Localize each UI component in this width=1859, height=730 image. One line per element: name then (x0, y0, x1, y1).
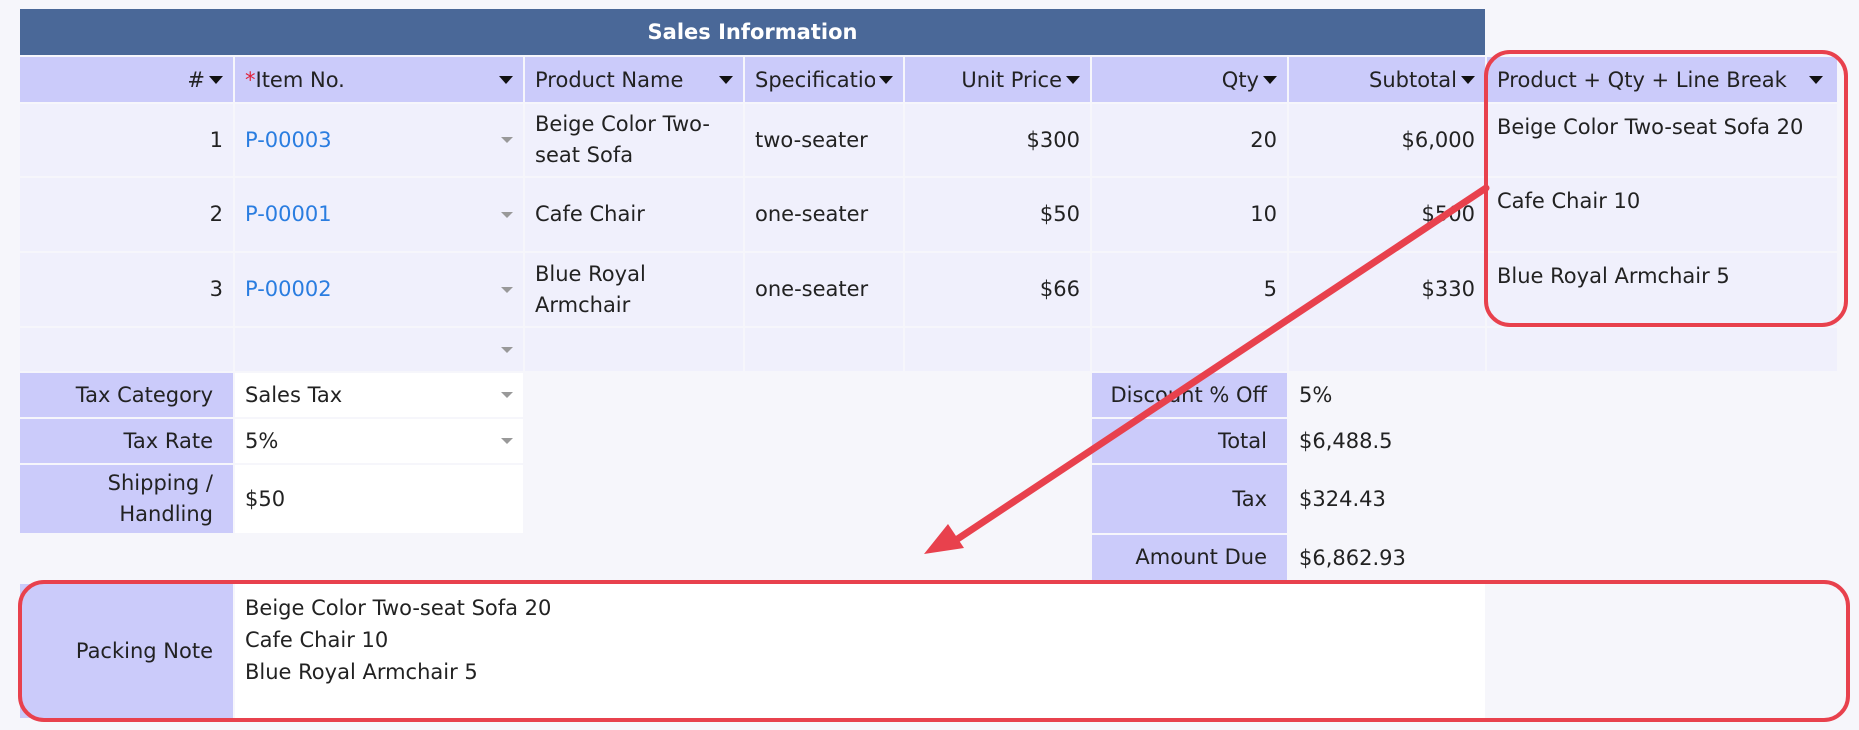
column-label: Subtotal (1369, 67, 1457, 92)
shipping-handling-value: $50 (245, 487, 286, 511)
item-no-link[interactable]: P-00003 (245, 125, 332, 156)
column-label: Item No. (255, 67, 345, 92)
column-header-product-qty-line-break[interactable]: Product + Qty + Line Break (1487, 57, 1837, 102)
sort-caret-icon[interactable] (1809, 75, 1823, 84)
specification-cell: two-seater (745, 104, 903, 176)
column-header-item-no[interactable]: *Item No. (235, 57, 523, 102)
qty-cell[interactable]: 5 (1092, 253, 1287, 326)
empty-cell[interactable] (1289, 328, 1485, 371)
required-marker: * (245, 67, 256, 92)
unit-price-cell: $50 (905, 178, 1090, 251)
empty-cell[interactable] (525, 328, 743, 371)
dropdown-arrow-icon[interactable] (501, 137, 513, 143)
empty-cell[interactable] (905, 328, 1090, 371)
sort-caret-icon[interactable] (499, 75, 513, 84)
column-label: Product + Qty + Line Break (1497, 67, 1787, 92)
item-no-cell-empty[interactable] (235, 328, 523, 371)
shipping-handling-label: Shipping / Handling (20, 465, 233, 533)
packing-note-line: Cafe Chair 10 (245, 628, 389, 652)
sort-caret-icon[interactable] (1461, 75, 1475, 84)
tax-value: $324.43 (1299, 487, 1386, 511)
product-name-cell: Blue Royal Armchair (525, 253, 743, 326)
sort-caret-icon[interactable] (1066, 75, 1080, 84)
column-label: Specification (755, 67, 875, 92)
column-label: Product Name (535, 67, 684, 92)
product-name-cell: Cafe Chair (525, 178, 743, 251)
total-value: $6,488.5 (1299, 429, 1393, 453)
amount-due-value: $6,862.93 (1299, 545, 1406, 570)
row-number: 3 (20, 253, 233, 326)
section-title: Sales Information (20, 9, 1485, 55)
dropdown-arrow-icon[interactable] (501, 346, 513, 353)
unit-price-cell: $66 (905, 253, 1090, 326)
tax-category-select[interactable]: Sales Tax (235, 373, 523, 417)
qty-cell[interactable]: 20 (1092, 104, 1287, 176)
subtotal-cell: $6,000 (1289, 104, 1485, 176)
empty-cell (1487, 328, 1837, 371)
empty-cell[interactable] (20, 328, 233, 371)
column-header-unit-price[interactable]: Unit Price (905, 57, 1090, 102)
row-number: 2 (20, 178, 233, 251)
column-header-qty[interactable]: Qty (1092, 57, 1287, 102)
column-header-subtotal[interactable]: Subtotal (1289, 57, 1485, 102)
column-label: # (187, 67, 205, 92)
sort-caret-icon[interactable] (1263, 75, 1277, 84)
item-no-link[interactable]: P-00001 (245, 199, 332, 230)
tax-rate-value: 5% (245, 429, 279, 453)
empty-cell[interactable] (1092, 328, 1287, 371)
item-no-cell[interactable]: P-00003 (235, 104, 523, 176)
item-no-link[interactable]: P-00002 (245, 274, 332, 305)
empty-cell[interactable] (745, 328, 903, 371)
shipping-handling-field[interactable]: $50 (235, 465, 523, 533)
subtotal-cell: $330 (1289, 253, 1485, 326)
column-header-number[interactable]: # (20, 57, 233, 102)
item-no-cell[interactable]: P-00002 (235, 253, 523, 326)
packing-note-line: Beige Color Two-seat Sofa 20 (245, 596, 552, 620)
specification-cell: one-seater (745, 178, 903, 251)
total-label: Total (1092, 419, 1287, 463)
item-no-cell[interactable]: P-00001 (235, 178, 523, 251)
packing-note-line: Blue Royal Armchair 5 (245, 660, 478, 684)
discount-value[interactable]: 5% (1289, 373, 1485, 417)
sort-caret-icon[interactable] (879, 75, 893, 84)
qty-cell[interactable]: 10 (1092, 178, 1287, 251)
product-qty-cell: Blue Royal Armchair 5 (1487, 253, 1837, 326)
column-label: Qty (1221, 67, 1259, 92)
unit-price-cell: $300 (905, 104, 1090, 176)
tax-category-label: Tax Category (20, 373, 233, 417)
dropdown-arrow-icon[interactable] (501, 438, 513, 444)
column-header-product-name[interactable]: Product Name (525, 57, 743, 102)
subtotal-cell: $500 (1289, 178, 1485, 251)
tax-rate-label: Tax Rate (20, 419, 233, 463)
sort-caret-icon[interactable] (719, 75, 733, 84)
packing-note-label: Packing Note (20, 584, 233, 718)
product-qty-cell: Beige Color Two-seat Sofa 20 (1487, 104, 1837, 176)
column-label: Unit Price (961, 67, 1062, 92)
tax-category-value: Sales Tax (245, 383, 343, 407)
dropdown-arrow-icon[interactable] (501, 211, 513, 218)
discount-label: Discount % Off (1092, 373, 1287, 417)
dropdown-arrow-icon[interactable] (501, 392, 513, 398)
column-header-specification[interactable]: Specification (745, 57, 903, 102)
specification-cell: one-seater (745, 253, 903, 326)
product-name-cell: Beige Color Two-seat Sofa (525, 104, 743, 176)
sort-caret-icon[interactable] (209, 75, 223, 84)
packing-note-field[interactable]: Beige Color Two-seat Sofa 20 Cafe Chair … (235, 584, 1485, 718)
product-qty-cell: Cafe Chair 10 (1487, 178, 1837, 251)
tax-rate-select[interactable]: 5% (235, 419, 523, 463)
amount-due-label: Amount Due (1092, 535, 1287, 580)
dropdown-arrow-icon[interactable] (501, 286, 513, 293)
row-number: 1 (20, 104, 233, 176)
tax-label: Tax (1092, 465, 1287, 533)
